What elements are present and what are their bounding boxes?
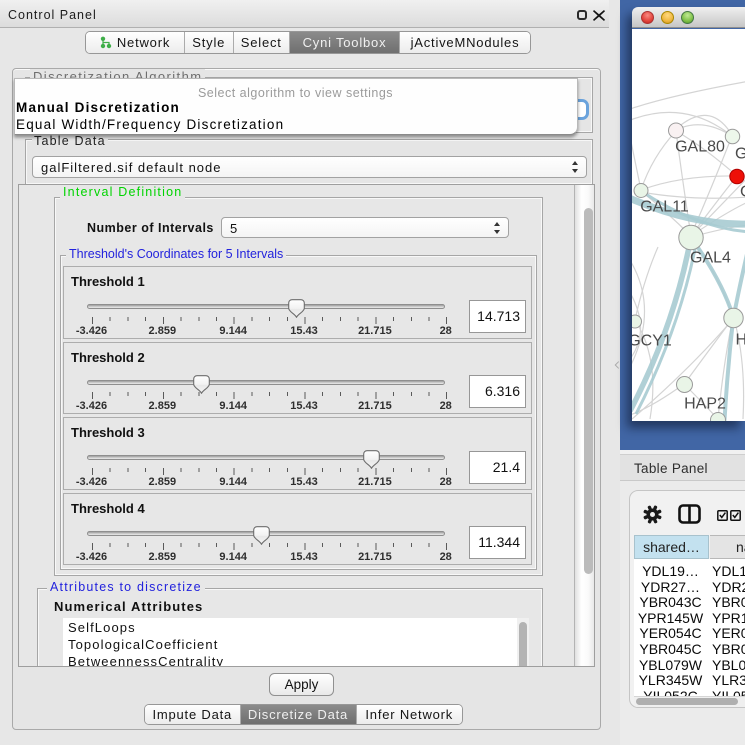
svg-text:GCY1: GCY1	[632, 332, 672, 349]
svg-text:GAL4: GAL4	[690, 249, 731, 266]
svg-text:GA: GA	[735, 145, 745, 162]
svg-text:GAL11: GAL11	[640, 198, 689, 215]
svg-text:GAL80: GAL80	[675, 138, 725, 155]
svg-text:C: C	[740, 183, 745, 200]
svg-text:HAP2: HAP2	[684, 395, 726, 412]
svg-text:H: H	[736, 331, 745, 348]
